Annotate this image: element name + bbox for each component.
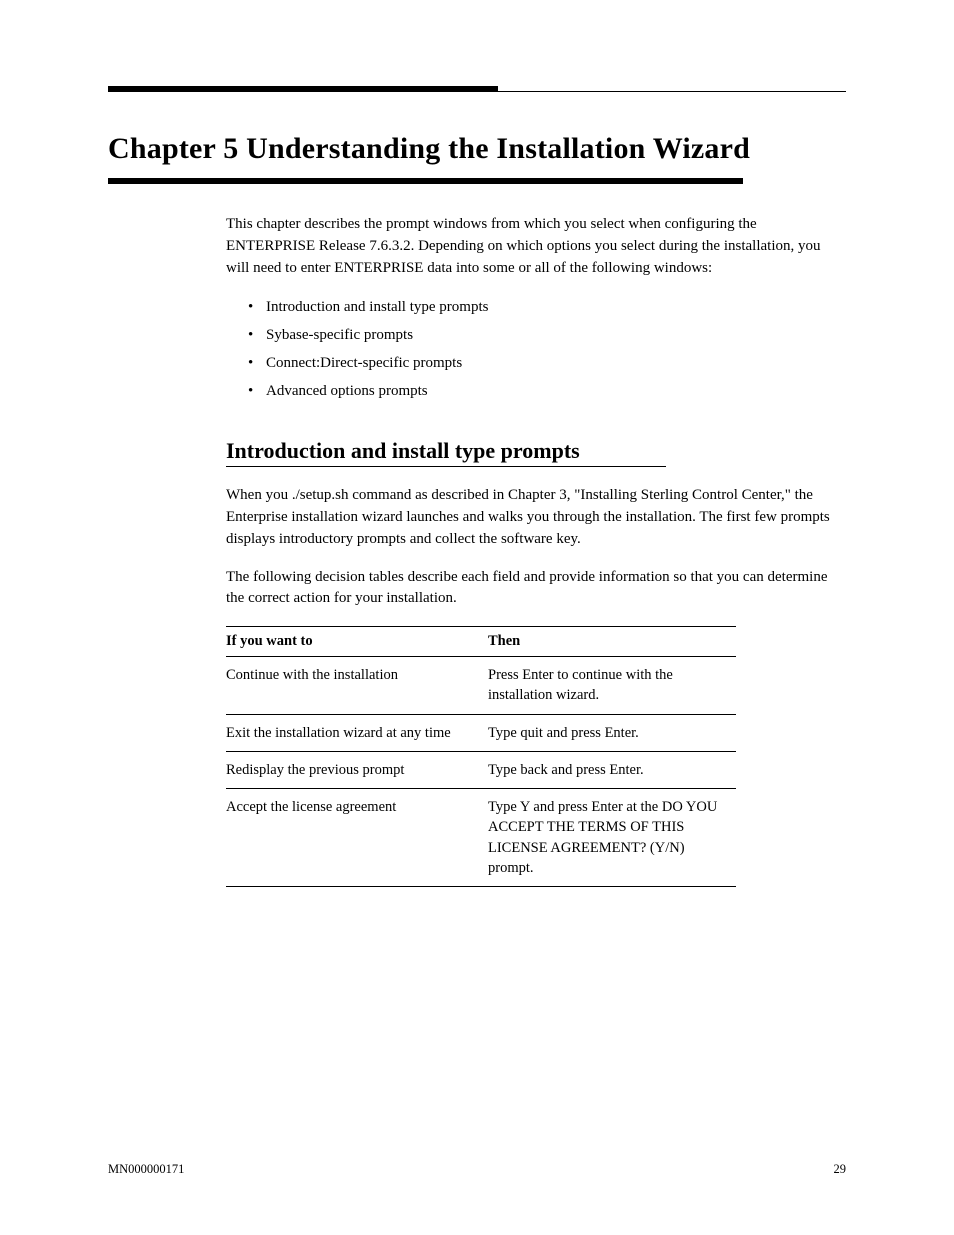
section-heading: Introduction and install type prompts (226, 438, 846, 464)
table-row: Accept the license agreement Type Y and … (226, 789, 736, 887)
cell-then: Type Y and press Enter at the DO YOU ACC… (488, 789, 736, 887)
title-rule (108, 178, 743, 184)
section-paragraph: When you ./setup.sh command as described… (226, 485, 846, 550)
cell-if: Accept the license agreement (226, 789, 488, 887)
bullet-text: Sybase-specific prompts (266, 325, 413, 347)
table-row: Continue with the installation Press Ent… (226, 657, 736, 715)
footer-left: MN000000171 (108, 1162, 184, 1177)
table-row: Exit the installation wizard at any time… (226, 714, 736, 751)
list-item: •Connect:Direct-specific prompts (248, 353, 846, 375)
bullet-text: Advanced options prompts (266, 381, 428, 403)
cell-then: Type back and press Enter. (488, 751, 736, 788)
cell-then: Type quit and press Enter. (488, 714, 736, 751)
table-header-then: Then (488, 627, 736, 657)
cell-then: Press Enter to continue with the install… (488, 657, 736, 715)
footer-page-number: 29 (834, 1162, 847, 1177)
chapter-title-text: Understanding the Installation Wizard (246, 132, 750, 165)
cell-if: Redisplay the previous prompt (226, 751, 488, 788)
bullet-text: Connect:Direct-specific prompts (266, 353, 462, 375)
table-header-if: If you want to (226, 627, 488, 657)
cell-if: Continue with the installation (226, 657, 488, 715)
table-row: Redisplay the previous prompt Type back … (226, 751, 736, 788)
decision-table: If you want to Then Continue with the in… (226, 626, 736, 887)
list-item: •Advanced options prompts (248, 381, 846, 403)
section-rule (226, 466, 666, 467)
chapter-label: Chapter 5 (108, 132, 238, 165)
section-paragraph: The following decision tables describe e… (226, 567, 846, 611)
cell-if: Exit the installation wizard at any time (226, 714, 488, 751)
bullet-text: Introduction and install type prompts (266, 297, 488, 319)
chapter-heading: Chapter 5 Understanding the Installation… (108, 132, 846, 166)
list-item: •Introduction and install type prompts (248, 297, 846, 319)
list-item: •Sybase-specific prompts (248, 325, 846, 347)
header-rule (108, 86, 846, 92)
page-footer: MN000000171 29 (108, 1162, 846, 1177)
intro-paragraph: This chapter describes the prompt window… (226, 214, 846, 279)
